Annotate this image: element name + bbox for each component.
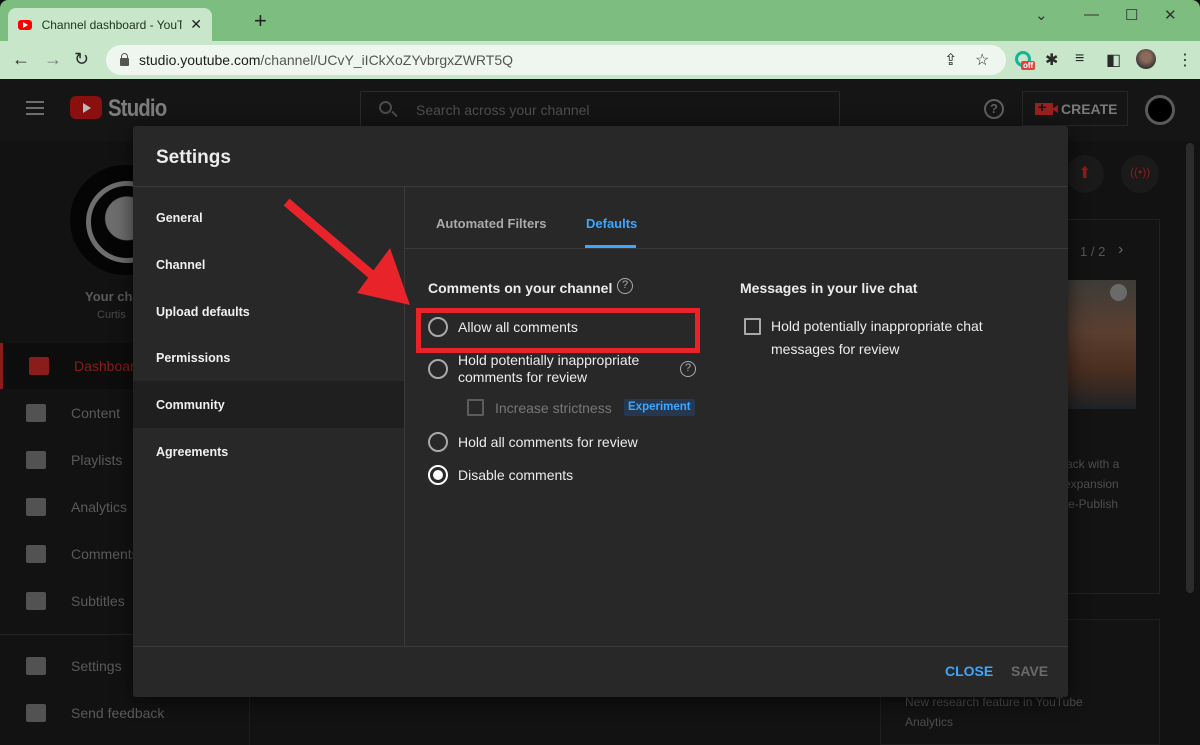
grammarly-extension-icon[interactable]: off	[1015, 51, 1036, 70]
option-label[interactable]: comments for review	[458, 369, 587, 386]
side-panel-icon[interactable]: ◧	[1106, 50, 1121, 70]
settings-nav-community[interactable]: Community	[133, 381, 404, 428]
tab-close-icon[interactable]: ✕	[190, 16, 202, 33]
card-thumbnail[interactable]	[1066, 280, 1136, 409]
checkbox-hold-chat-messages[interactable]	[744, 318, 761, 335]
tabs-divider	[405, 248, 1068, 249]
settings-nav-upload-defaults[interactable]: Upload defaults	[133, 288, 404, 335]
annotation-highlight-box	[416, 308, 700, 353]
extensions-puzzle-icon[interactable]: ✱	[1045, 50, 1058, 70]
window-close-button[interactable]: ✕	[1164, 6, 1177, 24]
maximize-button[interactable]: ☐	[1125, 6, 1138, 24]
tab-search-chevron-icon[interactable]: ⌄	[1035, 6, 1048, 24]
option-label[interactable]: Disable comments	[458, 467, 573, 484]
radio-disable-comments[interactable]	[428, 465, 448, 485]
more-menu-icon[interactable]: ⋮	[1177, 50, 1193, 70]
radio-hold-all-comments[interactable]	[428, 432, 448, 452]
sidebar-label: Send feedback	[71, 705, 165, 721]
option-label[interactable]: messages for review	[771, 341, 899, 358]
comments-section-title: Comments on your channel	[428, 280, 613, 296]
option-label[interactable]: Hold potentially inappropriate chat	[771, 318, 983, 335]
lock-icon	[120, 52, 129, 66]
news-text-line[interactable]: Analytics	[905, 715, 953, 729]
dialog-title: Settings	[156, 147, 231, 168]
upload-icon: ⬆	[1078, 165, 1092, 182]
account-avatar[interactable]	[1145, 95, 1175, 125]
studio-logo-text[interactable]: Studio	[108, 95, 167, 123]
create-button[interactable]: CREATE	[1022, 91, 1128, 126]
settings-nav-channel[interactable]: Channel	[133, 241, 404, 288]
checkbox-increase-strictness[interactable]	[467, 399, 484, 416]
help-icon[interactable]: ?	[984, 99, 1004, 119]
extension-off-badge: off	[1021, 61, 1036, 70]
hamburger-menu-icon[interactable]	[26, 101, 44, 115]
dialog-header-divider	[133, 186, 1068, 187]
sidebar-label: Playlists	[71, 452, 123, 468]
comments-icon	[26, 545, 46, 563]
radio-hold-inappropriate[interactable]	[428, 359, 448, 379]
youtube-favicon-icon	[18, 19, 32, 30]
url-host: studio.youtube.com	[139, 52, 261, 68]
card-pager: 1 / 2	[1080, 244, 1106, 259]
channel-name: Curtis	[97, 309, 126, 321]
sidebar-label: Comments	[71, 546, 139, 562]
sidebar-label: Analytics	[71, 499, 128, 515]
tab-defaults[interactable]: Defaults	[586, 216, 637, 231]
gear-icon	[26, 657, 46, 675]
news-text-line[interactable]: New research feature in YouTube	[905, 695, 1083, 709]
sidebar-label: Content	[71, 405, 121, 421]
playlists-icon	[26, 451, 46, 469]
share-icon[interactable]: ⇪	[944, 50, 957, 70]
chevron-right-icon[interactable]: ›	[1118, 241, 1123, 259]
card-text-line: expansion	[1064, 477, 1119, 491]
subtitles-icon	[26, 592, 46, 610]
profile-avatar[interactable]	[1136, 49, 1156, 69]
new-tab-button[interactable]: +	[254, 10, 267, 32]
dialog-footer-divider	[133, 646, 1068, 647]
search-icon	[379, 101, 392, 114]
option-label: Increase strictness	[495, 400, 612, 416]
option-label[interactable]: Hold all comments for review	[458, 434, 638, 451]
settings-nav-permissions[interactable]: Permissions	[133, 334, 404, 381]
browser-tab-strip: Channel dashboard - YouTube St ✕ + ⌄ — ☐…	[0, 0, 1200, 41]
reload-button[interactable]: ↻	[74, 49, 89, 70]
video-camera-plus-icon	[1035, 99, 1058, 115]
dashboard-icon	[29, 357, 49, 375]
address-bar[interactable]: studio.youtube.com/channel/UCvY_iICkXoZY…	[106, 45, 1006, 75]
experiment-badge: Experiment	[624, 399, 695, 416]
back-button[interactable]: ←	[12, 49, 30, 70]
bookmark-star-icon[interactable]: ☆	[975, 50, 989, 70]
sidebar-label: Settings	[71, 658, 122, 674]
tab-title: Channel dashboard - YouTube St	[41, 17, 183, 32]
help-circle-icon[interactable]: ?	[617, 278, 633, 294]
save-button[interactable]: SAVE	[1011, 663, 1048, 679]
youtube-logo-icon[interactable]	[70, 96, 102, 119]
close-button[interactable]: CLOSE	[945, 663, 993, 679]
help-circle-icon[interactable]: ?	[680, 361, 696, 377]
sidebar-label: Subtitles	[71, 593, 125, 609]
media-control-icon[interactable]: ≡	[1075, 50, 1084, 68]
content-icon	[26, 404, 46, 422]
card-text-line: re-Publish	[1064, 497, 1119, 511]
browser-tab[interactable]: Channel dashboard - YouTube St ✕	[8, 8, 212, 41]
page-scrollbar[interactable]	[1186, 143, 1194, 593]
option-label[interactable]: Hold potentially inappropriate	[458, 352, 639, 369]
search-placeholder: Search across your channel	[416, 102, 590, 118]
browser-toolbar: ← → ↻ studio.youtube.com/channel/UCvY_iI…	[0, 41, 1200, 79]
settings-dialog: Settings General Channel Upload defaults…	[133, 126, 1068, 697]
feedback-icon	[26, 704, 46, 722]
tab-automated-filters[interactable]: Automated Filters	[436, 216, 547, 231]
settings-nav-agreements[interactable]: Agreements	[133, 428, 404, 475]
dialog-nav-divider	[404, 187, 405, 646]
create-label: CREATE	[1061, 100, 1118, 117]
forward-button[interactable]: →	[44, 49, 62, 70]
minimize-button[interactable]: —	[1084, 6, 1099, 23]
url-path: /channel/UCvY_iICkXoZYvbrgxZWRT5Q	[260, 52, 514, 68]
search-input[interactable]: Search across your channel	[360, 91, 840, 127]
settings-nav-general[interactable]: General	[133, 194, 404, 241]
live-chat-section-title: Messages in your live chat	[740, 280, 918, 296]
analytics-icon	[26, 498, 46, 516]
live-broadcast-icon: ((•))	[1130, 165, 1151, 179]
card-text-line: ack with a	[1066, 457, 1120, 471]
